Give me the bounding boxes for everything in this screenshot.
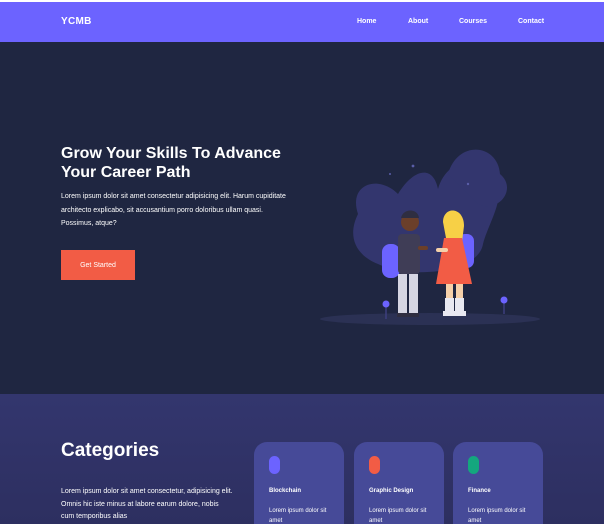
hero-section: Grow Your Skills To Advance Your Career … bbox=[0, 42, 604, 394]
two-students-illustration bbox=[320, 149, 540, 325]
brand-logo[interactable]: YCMB bbox=[61, 16, 92, 27]
category-card-text: Lorem ipsum dolor sit amet bbox=[468, 508, 526, 524]
category-card-title: Finance bbox=[468, 488, 491, 494]
graphic-design-icon bbox=[369, 456, 380, 474]
get-started-button[interactable]: Get Started bbox=[61, 250, 135, 280]
finance-icon bbox=[468, 456, 479, 474]
hero-title: Grow Your Skills To Advance Your Career … bbox=[61, 145, 281, 181]
category-card-text: Lorem ipsum dolor sit amet bbox=[369, 508, 427, 524]
categories-description: Lorem ipsum dolor sit amet consectetur, … bbox=[61, 488, 233, 520]
hero-description: Lorem ipsum dolor sit amet consectetur a… bbox=[61, 193, 286, 227]
category-card-blockchain[interactable]: Blockchain Lorem ipsum dolor sit amet bbox=[254, 442, 344, 524]
blockchain-icon bbox=[269, 456, 280, 474]
categories-title: Categories bbox=[61, 440, 160, 461]
category-card-text: Lorem ipsum dolor sit amet bbox=[269, 508, 327, 524]
nav-link-about[interactable]: About bbox=[408, 18, 428, 25]
nav-link-courses[interactable]: Courses bbox=[459, 18, 487, 25]
category-card-finance[interactable]: Finance Lorem ipsum dolor sit amet bbox=[453, 442, 543, 524]
nav-link-contact[interactable]: Contact bbox=[518, 18, 544, 25]
category-card-title: Blockchain bbox=[269, 488, 302, 494]
category-card-title: Graphic Design bbox=[369, 488, 414, 494]
nav-link-home[interactable]: Home bbox=[357, 18, 376, 25]
category-card-graphic-design[interactable]: Graphic Design Lorem ipsum dolor sit ame… bbox=[354, 442, 444, 524]
top-navbar: YCMB Home About Courses Contact bbox=[0, 2, 604, 42]
categories-section: Categories Lorem ipsum dolor sit amet co… bbox=[0, 394, 604, 524]
